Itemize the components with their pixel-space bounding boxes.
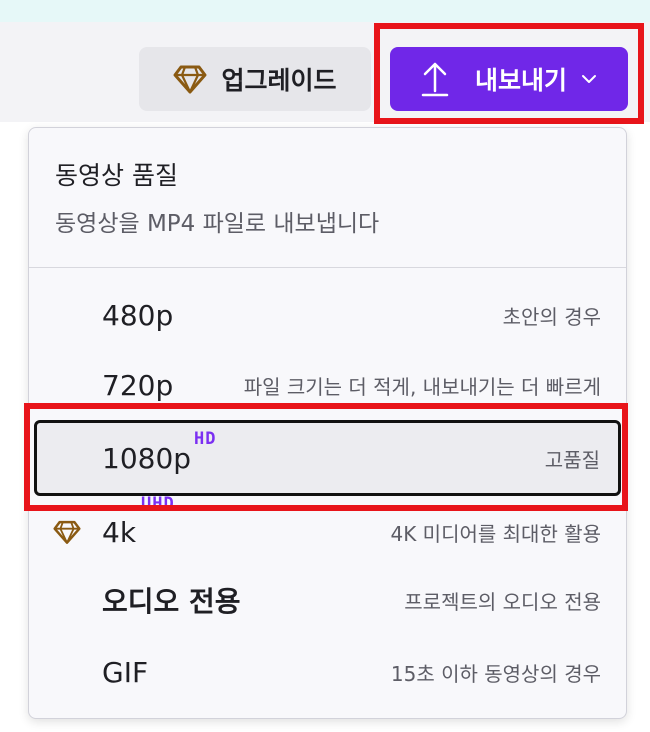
export-button[interactable]: 내보내기 [390, 47, 628, 111]
option-label: 오디오 전용 [102, 585, 241, 618]
option-label: 720p [102, 368, 174, 402]
menu-divider [29, 267, 626, 268]
option-audio-only[interactable]: 오디오 전용 프로젝트의 오디오 전용 [29, 568, 626, 632]
hd-badge: HD [194, 429, 217, 449]
top-strip [0, 0, 650, 22]
option-desc: 4K 미디어를 최대한 활용 [390, 521, 601, 546]
option-gif[interactable]: GIF 15초 이하 동영상의 경우 [29, 640, 626, 704]
option-desc: 파일 크기는 더 적게, 내보내기는 더 빠르게 [243, 374, 601, 399]
option-desc: 고품질 [544, 447, 600, 472]
option-720p[interactable]: 720p 파일 크기는 더 적게, 내보내기는 더 빠르게 [29, 353, 626, 417]
option-1080p[interactable]: 1080p HD 고품질 [34, 420, 621, 496]
chevron-down-icon [581, 74, 597, 84]
quality-menu: 동영상 품질 동영상을 MP4 파일로 내보냅니다 480p 초안의 경우 72… [28, 127, 627, 719]
option-4k[interactable]: 4k UHD 4K 미디어를 최대한 활용 [29, 494, 626, 564]
option-label: GIF [102, 655, 149, 689]
option-label: 480p [102, 298, 174, 332]
option-desc: 초안의 경우 [502, 304, 601, 329]
menu-subtitle: 동영상을 MP4 파일로 내보냅니다 [55, 211, 380, 237]
diamond-icon [173, 64, 207, 94]
uhd-badge: UHD [141, 494, 175, 514]
option-480p[interactable]: 480p 초안의 경우 [29, 283, 626, 347]
export-label: 내보내기 [474, 66, 567, 95]
option-desc: 프로젝트의 오디오 전용 [404, 589, 601, 614]
upgrade-label: 업그레이드 [221, 66, 337, 95]
option-label: 4k [102, 515, 137, 549]
diamond-icon [53, 520, 81, 545]
upgrade-button[interactable]: 업그레이드 [139, 47, 371, 111]
option-desc: 15초 이하 동영상의 경우 [390, 661, 601, 686]
menu-title: 동영상 품질 [55, 161, 178, 190]
upload-arrow-icon [421, 61, 449, 97]
option-label: 1080p [102, 441, 192, 475]
